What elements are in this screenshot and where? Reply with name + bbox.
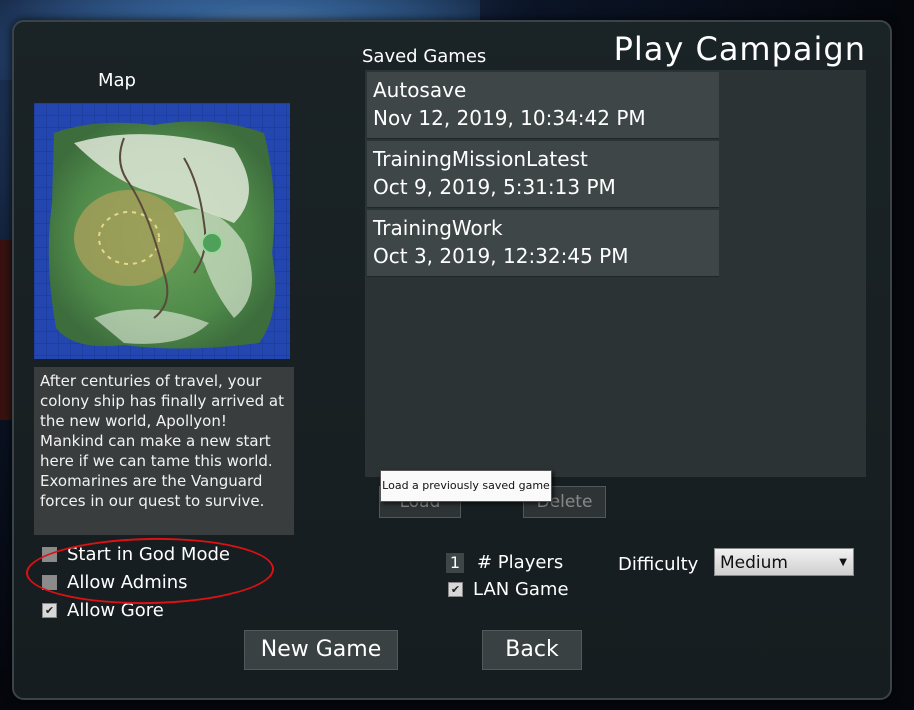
difficulty-label: Difficulty: [618, 554, 699, 575]
map-label: Map: [98, 70, 136, 91]
map-image: [34, 103, 290, 359]
save-name: TrainingMissionLatest: [373, 147, 588, 171]
players-label: # Players: [477, 552, 564, 573]
back-button[interactable]: Back: [482, 630, 582, 670]
dropdown-arrow-icon: ▼: [839, 557, 847, 568]
allow-gore-label: Allow Gore: [67, 600, 164, 621]
god-mode-checkbox[interactable]: [42, 547, 57, 562]
save-date: Oct 9, 2019, 5:31:13 PM: [373, 175, 616, 199]
allow-admins-label: Allow Admins: [67, 572, 188, 593]
new-game-button[interactable]: New Game: [244, 630, 398, 670]
save-date: Nov 12, 2019, 10:34:42 PM: [373, 106, 646, 130]
god-mode-label: Start in God Mode: [67, 544, 230, 565]
saved-games-label: Saved Games: [362, 46, 487, 67]
load-tooltip: Load a previously saved game: [380, 470, 552, 502]
map-description: After centuries of travel, your colony s…: [34, 367, 294, 535]
saved-games-list[interactable]: Autosave Nov 12, 2019, 10:34:42 PM Train…: [365, 70, 866, 477]
allow-admins-option[interactable]: Allow Admins: [42, 572, 188, 593]
lan-game-option[interactable]: ✔ LAN Game: [448, 579, 569, 600]
page-title: Play Campaign: [613, 30, 866, 68]
difficulty-value: Medium: [720, 553, 788, 573]
allow-admins-checkbox[interactable]: [42, 575, 57, 590]
save-item-trainingwork[interactable]: TrainingWork Oct 3, 2019, 12:32:45 PM: [367, 210, 719, 277]
save-item-trainingmissionlatest[interactable]: TrainingMissionLatest Oct 9, 2019, 5:31:…: [367, 141, 719, 208]
save-item-autosave[interactable]: Autosave Nov 12, 2019, 10:34:42 PM: [367, 72, 719, 139]
players-count[interactable]: 1: [446, 553, 464, 573]
god-mode-option[interactable]: Start in God Mode: [42, 544, 230, 565]
lan-game-label: LAN Game: [473, 579, 569, 600]
save-name: TrainingWork: [373, 216, 503, 240]
difficulty-select[interactable]: Medium ▼: [714, 548, 854, 576]
save-name: Autosave: [373, 78, 467, 102]
allow-gore-option[interactable]: ✔ Allow Gore: [42, 600, 164, 621]
save-date: Oct 3, 2019, 12:32:45 PM: [373, 244, 629, 268]
lan-game-checkbox[interactable]: ✔: [448, 582, 463, 597]
allow-gore-checkbox[interactable]: ✔: [42, 603, 57, 618]
